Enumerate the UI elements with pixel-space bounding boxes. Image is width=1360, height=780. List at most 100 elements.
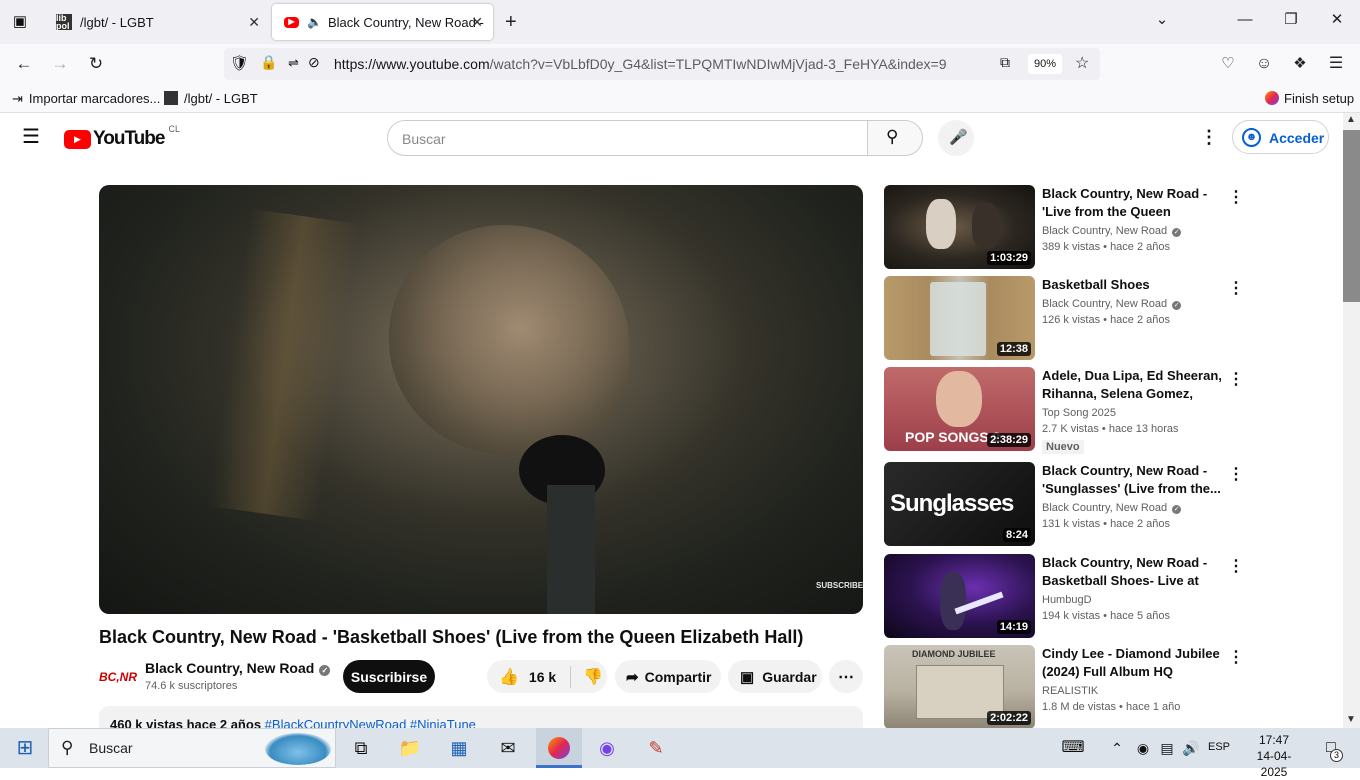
recommendation-title[interactable]: Basketball Shoes [1042, 276, 1227, 294]
more-options-icon[interactable]: ⋮ [1228, 464, 1244, 484]
close-window-icon[interactable]: ✕ [1327, 10, 1347, 30]
subscribe-button[interactable]: Suscribirse [343, 660, 435, 693]
signin-button[interactable]: ☻ Acceder [1232, 120, 1329, 154]
clock[interactable]: 17:47 14-04-2025 [1244, 732, 1304, 780]
language-indicator[interactable]: ESP [1208, 741, 1230, 753]
close-icon[interactable]: ✕ [248, 14, 260, 31]
thumbs-down-icon[interactable]: 👎 [583, 667, 603, 687]
video-thumbnail[interactable]: DIAMOND JUBILEE 2:02:22 [884, 645, 1035, 729]
reload-icon[interactable]: ↻ [84, 52, 108, 76]
like-count[interactable]: 16 k [529, 669, 556, 685]
video-thumbnail[interactable]: Sunglasses 8:24 [884, 462, 1035, 546]
voice-search-button[interactable]: 🎤 [938, 120, 974, 156]
channel-name[interactable]: Black Country, New Road ✓ [145, 660, 331, 676]
hamburger-menu-icon[interactable]: ☰ [22, 127, 40, 147]
more-options-icon[interactable]: ⋮ [1228, 278, 1244, 298]
scroll-down-icon[interactable]: ▼ [1346, 714, 1356, 725]
url-text[interactable]: https://www.youtube.com/watch?v=VbLbfD0y… [334, 56, 947, 72]
scroll-up-icon[interactable]: ▲ [1346, 114, 1356, 125]
shield-icon[interactable]: 🛡 [230, 54, 249, 72]
file-explorer-icon[interactable]: 📁 [395, 734, 425, 762]
close-icon[interactable]: ✕ [471, 14, 483, 31]
permissions-icon[interactable]: ⇌ [288, 55, 299, 71]
bookmark-lgbt[interactable]: /lgbt/ - LGBT [164, 91, 258, 106]
recommendation-title[interactable]: Cindy Lee - Diamond Jubilee (2024) Full … [1042, 645, 1227, 681]
bookmark-star-icon[interactable]: ☆ [1075, 53, 1089, 73]
recommendation-title[interactable]: Black Country, New Road - 'Live from the… [1042, 185, 1227, 221]
zoom-level[interactable]: 90% [1028, 54, 1062, 74]
thumbs-up-icon[interactable]: 👍 [499, 667, 519, 687]
back-icon[interactable]: ← [12, 52, 36, 76]
recommendation-channel[interactable]: HumbugD [1042, 594, 1092, 606]
recommendation-title[interactable]: Adele, Dua Lipa, Ed Sheeran, Rihanna, Se… [1042, 367, 1227, 403]
performer-figure [940, 572, 966, 630]
app-icon[interactable]: ◉ [592, 734, 622, 762]
recommendation-item[interactable]: 1:03:29 Black Country, New Road - 'Live … [884, 185, 1244, 271]
save-button[interactable]: ▣ Guardar [728, 660, 822, 693]
chevron-down-icon[interactable]: ⌄ [1152, 10, 1172, 30]
search-input[interactable]: Buscar [387, 120, 868, 156]
finish-setup-item[interactable]: Finish setup [1265, 91, 1354, 106]
picture-in-picture-icon[interactable]: ⧉ [1000, 54, 1010, 71]
tab-list-icon[interactable]: ▣ [10, 12, 30, 32]
more-options-icon[interactable]: ⋮ [1228, 369, 1244, 389]
search-button[interactable]: ⚲ [867, 120, 923, 156]
thumbnail-text: Sunglasses [890, 490, 1014, 517]
more-options-icon[interactable]: ⋮ [1228, 647, 1244, 667]
paint-icon[interactable]: ✎ [641, 734, 671, 762]
subscribe-watermark[interactable]: SUBSCRIBE [816, 581, 863, 590]
share-button[interactable]: ➦ Compartir [615, 660, 721, 693]
account-icon[interactable]: ☺ [1252, 52, 1276, 76]
maximize-icon[interactable]: ❐ [1281, 10, 1301, 30]
recommendation-title[interactable]: Black Country, New Road - 'Sunglasses' (… [1042, 462, 1227, 498]
channel-text: Black Country, New Road [1042, 225, 1168, 237]
recommendation-channel[interactable]: Black Country, New Road ✓ [1042, 225, 1182, 237]
recommendation-item[interactable]: 14:19 Black Country, New Road - Basketba… [884, 554, 1244, 640]
search-icon: ⚲ [61, 738, 74, 757]
speaker-icon[interactable]: 🔈 [307, 15, 322, 29]
windows-start-icon[interactable]: ⊞ [10, 734, 40, 762]
volume-icon[interactable]: 🔊 [1176, 734, 1206, 762]
new-tab-icon[interactable]: + [505, 11, 517, 34]
extensions-icon[interactable]: ❖ [1288, 52, 1312, 76]
minimize-icon[interactable]: — [1235, 10, 1255, 30]
recommendation-item[interactable]: Sunglasses 8:24 Black Country, New Road … [884, 462, 1244, 548]
mail-icon[interactable]: ✉ [493, 734, 523, 762]
recommendation-item[interactable]: POP SONGS 2 2:38:29 Adele, Dua Lipa, Ed … [884, 367, 1244, 457]
recommendation-channel[interactable]: REALISTIK [1042, 685, 1098, 697]
channel-avatar[interactable]: BC,NR [99, 662, 137, 692]
forward-icon[interactable]: → [48, 52, 72, 76]
task-view-icon[interactable]: ⧉ [346, 734, 376, 762]
import-bookmarks-item[interactable]: ⇥ Importar marcadores... [12, 91, 160, 107]
more-options-icon[interactable]: ⋮ [1228, 187, 1244, 207]
video-thumbnail[interactable]: POP SONGS 2 2:38:29 [884, 367, 1035, 451]
pocket-icon[interactable]: ♡ [1216, 52, 1240, 76]
taskbar-search-input[interactable]: ⚲ Buscar [48, 728, 336, 768]
menu-icon[interactable]: ☰ [1324, 52, 1348, 76]
recommendation-item[interactable]: DIAMOND JUBILEE 2:02:22 Cindy Lee - Diam… [884, 645, 1244, 731]
recommendation-channel[interactable]: Black Country, New Road ✓ [1042, 298, 1182, 310]
firefox-taskbar-icon[interactable] [536, 728, 582, 768]
more-actions-icon[interactable]: ⋯ [829, 660, 863, 693]
recommendation-channel[interactable]: Top Song 2025 [1042, 407, 1116, 419]
youtube-logo[interactable]: ▶ YouTube CL [64, 124, 180, 150]
microsoft-store-icon[interactable]: ▦ [444, 734, 474, 762]
video-player[interactable]: SUBSCRIBE [99, 185, 863, 614]
video-thumbnail[interactable]: 12:38 [884, 276, 1035, 360]
video-thumbnail[interactable]: 14:19 [884, 554, 1035, 638]
settings-more-icon[interactable]: ⋮ [1200, 127, 1218, 147]
clock-date: 14-04-2025 [1256, 749, 1292, 779]
recommendation-title[interactable]: Black Country, New Road - Basketball Sho… [1042, 554, 1227, 590]
tab-youtube[interactable]: ▶ 🔈 Black Country, New Road - ✕ [272, 4, 493, 40]
keyboard-icon[interactable]: ⌨ [1058, 734, 1088, 762]
video-thumbnail[interactable]: 1:03:29 [884, 185, 1035, 269]
more-options-icon[interactable]: ⋮ [1228, 556, 1244, 576]
recommendation-item[interactable]: 12:38 Basketball Shoes Black Country, Ne… [884, 276, 1244, 362]
scrollbar-thumb[interactable] [1343, 130, 1360, 302]
video-title: Black Country, New Road - 'Basketball Sh… [99, 627, 804, 647]
recommendation-channel[interactable]: Black Country, New Road ✓ [1042, 502, 1182, 514]
url-bar[interactable]: 🛡 🔒 ⇌ ⊘ https://www.youtube.com/watch?v=… [224, 48, 1100, 80]
lock-icon[interactable]: 🔒 [260, 54, 277, 71]
tab-lgbt[interactable]: lib pol /lgbt/ - LGBT ✕ [44, 4, 270, 40]
autoplay-blocked-icon[interactable]: ⊘ [308, 54, 320, 71]
